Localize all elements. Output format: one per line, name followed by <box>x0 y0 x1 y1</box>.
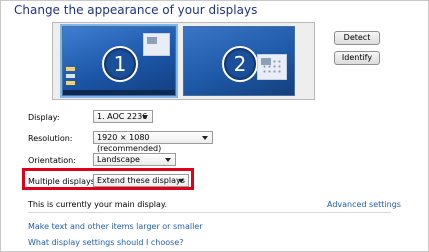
display-help-link[interactable]: What display settings should I choose? <box>28 238 184 247</box>
display-settings-window: Change the appearance of your displays 1… <box>0 0 429 252</box>
chevron-down-icon <box>165 158 171 162</box>
identify-button[interactable]: Identify <box>334 51 380 65</box>
monitor-1-number: 1 <box>102 46 138 82</box>
display-select[interactable]: 1. AOC 2236 <box>93 110 153 123</box>
text-size-link[interactable]: Make text and other items larger or smal… <box>28 222 203 231</box>
resolution-select[interactable]: 1920 × 1080 (recommended) <box>93 131 213 153</box>
divider <box>28 212 391 213</box>
advanced-settings-link[interactable]: Advanced settings <box>327 200 401 209</box>
orientation-label: Orientation: <box>28 156 76 165</box>
orientation-select-value: Landscape <box>97 155 140 164</box>
multiple-displays-highlight-box <box>22 168 194 190</box>
window-thumbnail-icon <box>143 33 170 56</box>
chevron-down-icon <box>142 115 148 119</box>
display-select-value: 1. AOC 2236 <box>97 112 148 121</box>
desktop-icons-icon <box>66 67 75 89</box>
page-title: Change the appearance of your displays <box>14 3 258 17</box>
detect-button[interactable]: Detect <box>334 31 380 45</box>
chevron-down-icon <box>202 136 208 140</box>
resolution-select-value: 1920 × 1080 (recommended) <box>97 133 162 153</box>
taskbar-strip <box>63 90 175 95</box>
monitor-2-tile[interactable]: 2 <box>183 26 295 96</box>
resolution-label: Resolution: <box>28 134 73 143</box>
keypad-window-icon <box>257 54 287 80</box>
main-display-status: This is currently your main display. <box>28 200 168 209</box>
display-arrangement-preview: 1 2 <box>52 22 315 100</box>
monitor-1-tile[interactable]: 1 <box>60 24 178 98</box>
monitor-2-number: 2 <box>222 46 258 82</box>
orientation-select[interactable]: Landscape <box>93 153 176 166</box>
display-label: Display: <box>28 113 60 122</box>
